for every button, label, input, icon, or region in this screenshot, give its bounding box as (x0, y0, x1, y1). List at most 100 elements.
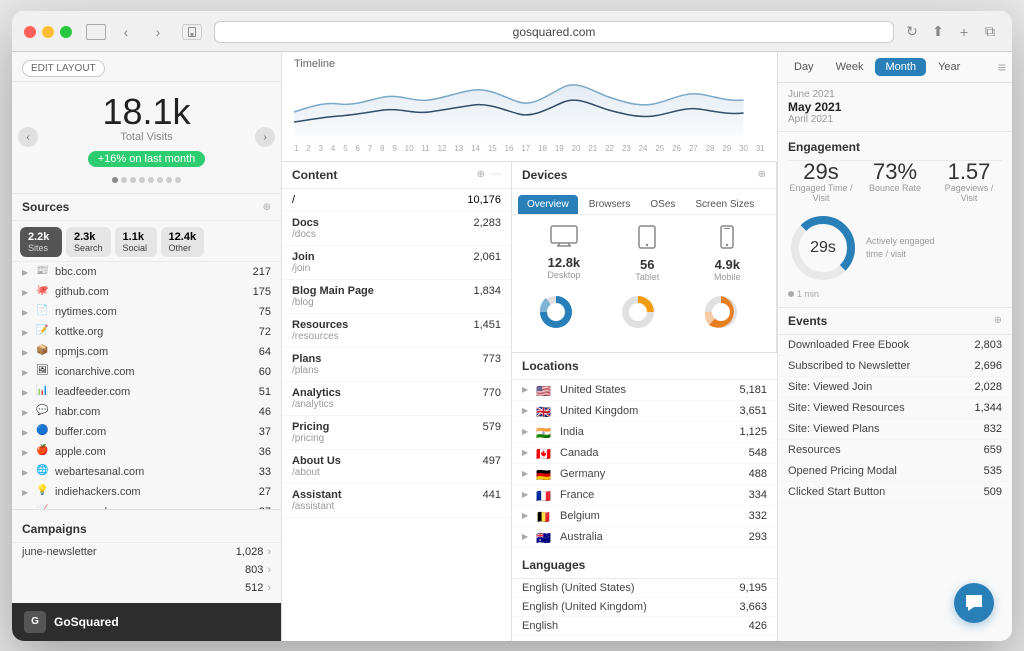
content-subpath: /blog (292, 297, 501, 308)
browser-window: ‹ › gosquared.com ↻ ⬆ + ⧉ EDIT LAYOUT ‹ (12, 11, 1012, 641)
location-row[interactable]: ▶ 🇨🇦 Canada 548 (512, 443, 777, 464)
chat-bubble[interactable] (954, 583, 994, 623)
source-row[interactable]: ▶ 📊 leadfeeder.com 51 (12, 382, 281, 402)
gosquared-bar: G GoSquared (12, 603, 281, 641)
devices-tab-overview[interactable]: Overview (518, 195, 578, 214)
campaign-row[interactable]: 803 › (12, 561, 281, 579)
source-row[interactable]: ▶ 📝 kottke.org 72 (12, 322, 281, 342)
content-name: Blog Main Page (292, 285, 501, 297)
campaigns-title: Campaigns (22, 522, 87, 536)
content-row[interactable]: 1,451 Resources /resources (282, 314, 511, 348)
sources-tab-other[interactable]: 12.4k Other (161, 227, 205, 257)
source-row[interactable]: ▶ 🖼 iconarchive.com 60 (12, 362, 281, 382)
time-tab-day[interactable]: Day (784, 58, 824, 76)
next-widget-button[interactable]: › (255, 127, 275, 147)
location-row[interactable]: ▶ 🇺🇸 United States 5,181 (512, 380, 777, 401)
forward-button[interactable]: › (146, 22, 170, 42)
source-favicon: 🍎 (36, 445, 50, 459)
location-row[interactable]: ▶ 🇩🇪 Germany 488 (512, 464, 777, 485)
source-row[interactable]: ▶ 💡 indiehackers.com 27 (12, 482, 281, 502)
location-row[interactable]: ▶ 🇬🇧 United Kingdom 3,651 (512, 401, 777, 422)
event-count: 535 (984, 465, 1002, 477)
reload-icon[interactable]: ↻ (902, 22, 922, 42)
content-name: Pricing (292, 421, 501, 433)
time-tab-month[interactable]: Month (875, 58, 926, 76)
source-favicon: 🖼 (36, 365, 50, 379)
devices-tab-screensizes[interactable]: Screen Sizes (686, 195, 763, 214)
time-tab-year[interactable]: Year (928, 58, 970, 76)
desktop-label: Desktop (547, 270, 580, 280)
devices-more-icon[interactable]: ⊕ (758, 169, 766, 180)
source-name: habr.com (55, 406, 259, 418)
sources-tab-social[interactable]: 1.1k Social (115, 227, 157, 257)
source-row[interactable]: ▶ 💬 habr.com 46 (12, 402, 281, 422)
content-row[interactable]: 770 Analytics /analytics (282, 382, 511, 416)
location-count: 293 (749, 531, 767, 543)
content-filter-icon[interactable]: ⊕ (477, 169, 485, 180)
content-row[interactable]: 2,061 Join /join (282, 246, 511, 280)
devices-tab-oses[interactable]: OSes (641, 195, 684, 214)
add-tab-icon[interactable]: + (954, 22, 974, 42)
source-name: kottke.org (55, 326, 259, 338)
time-menu-icon[interactable]: ≡ (998, 59, 1006, 75)
sources-tab-search[interactable]: 2.3k Search (66, 227, 111, 257)
content-more-icon[interactable]: ⋯ (491, 169, 501, 180)
time-tab-week[interactable]: Week (826, 58, 874, 76)
source-row[interactable]: ▶ 🔵 buffer.com 37 (12, 422, 281, 442)
source-row[interactable]: ▶ 📄 nytimes.com 75 (12, 302, 281, 322)
source-favicon: 📄 (36, 305, 50, 319)
edit-layout-button[interactable]: EDIT LAYOUT (22, 60, 105, 77)
location-row[interactable]: ▶ 🇮🇳 India 1,125 (512, 422, 777, 443)
events-more-icon[interactable]: ⊕ (994, 315, 1002, 326)
search-value: 2.3k (74, 231, 103, 243)
source-row[interactable]: ▶ 🍎 apple.com 36 (12, 442, 281, 462)
location-row[interactable]: ▶ 🇫🇷 France 334 (512, 485, 777, 506)
source-row[interactable]: ▶ 🐙 github.com 175 (12, 282, 281, 302)
devices-tab-browsers[interactable]: Browsers (580, 195, 640, 214)
pageviews-metric: 1.57 Pageviews / Visit (936, 161, 1002, 203)
locations-section: Locations ▶ 🇺🇸 United States 5,181 ▶ 🇬🇧 … (512, 352, 777, 641)
content-row[interactable]: /10,176 (282, 189, 511, 212)
content-row[interactable]: 579 Pricing /pricing (282, 416, 511, 450)
source-row[interactable]: ▶ 📰 bbc.com 217 (12, 262, 281, 282)
time-filter-tabs: Day Week Month Year ≡ (778, 52, 1012, 83)
engaged-time-label: Engaged Time / Visit (788, 183, 854, 203)
content-row[interactable]: 497 About Us /about (282, 450, 511, 484)
location-row[interactable]: ▶ 🇧🇪 Belgium 332 (512, 506, 777, 527)
language-name: English (United Kingdom) (522, 601, 739, 613)
desktop-icon (547, 225, 580, 253)
sources-expand-icon[interactable]: ⊕ (263, 202, 271, 213)
campaign-row[interactable]: june-newsletter 1,028 › (12, 543, 281, 561)
share-icon[interactable]: ⬆ (928, 22, 948, 42)
campaign-row[interactable]: 512 › (12, 579, 281, 597)
location-name: United Kingdom (560, 405, 739, 417)
content-row[interactable]: 441 Assistant /assistant (282, 484, 511, 518)
location-name: Australia (560, 531, 749, 543)
location-row[interactable]: ▶ 🇦🇺 Australia 293 (512, 527, 777, 548)
close-button[interactable] (24, 26, 36, 38)
source-count: 36 (259, 446, 271, 458)
sources-tab-sites[interactable]: 2.2k Sites (20, 227, 62, 257)
source-favicon: 🐙 (36, 285, 50, 299)
source-count: 27 (259, 486, 271, 498)
back-button[interactable]: ‹ (114, 22, 138, 42)
source-row[interactable]: ▶ 🌐 webartesanal.com 33 (12, 462, 281, 482)
language-count: 3,663 (739, 601, 767, 613)
visits-change-badge: +16% on last month (88, 151, 206, 167)
content-row[interactable]: 1,834 Blog Main Page /blog (282, 280, 511, 314)
locations-header: Locations (512, 353, 777, 380)
content-row[interactable]: 2,283 Docs /docs (282, 212, 511, 246)
content-row[interactable]: 773 Plans /plans (282, 348, 511, 382)
total-visits-number: 18.1k (32, 92, 261, 132)
events-title: Events (788, 314, 827, 328)
language-row: English (United States) 9,195 (512, 579, 777, 598)
pageviews-value: 1.57 (936, 161, 1002, 183)
prev-widget-button[interactable]: ‹ (18, 127, 38, 147)
maximize-button[interactable] (60, 26, 72, 38)
new-window-icon[interactable]: ⧉ (980, 22, 1000, 42)
url-bar[interactable]: gosquared.com (214, 21, 894, 43)
content-subpath: /assistant (292, 501, 501, 512)
minimize-button[interactable] (42, 26, 54, 38)
source-row[interactable]: ▶ 📦 npmjs.com 64 (12, 342, 281, 362)
content-list: /10,176 2,283 Docs /docs 2,061 Join /joi… (282, 189, 511, 518)
